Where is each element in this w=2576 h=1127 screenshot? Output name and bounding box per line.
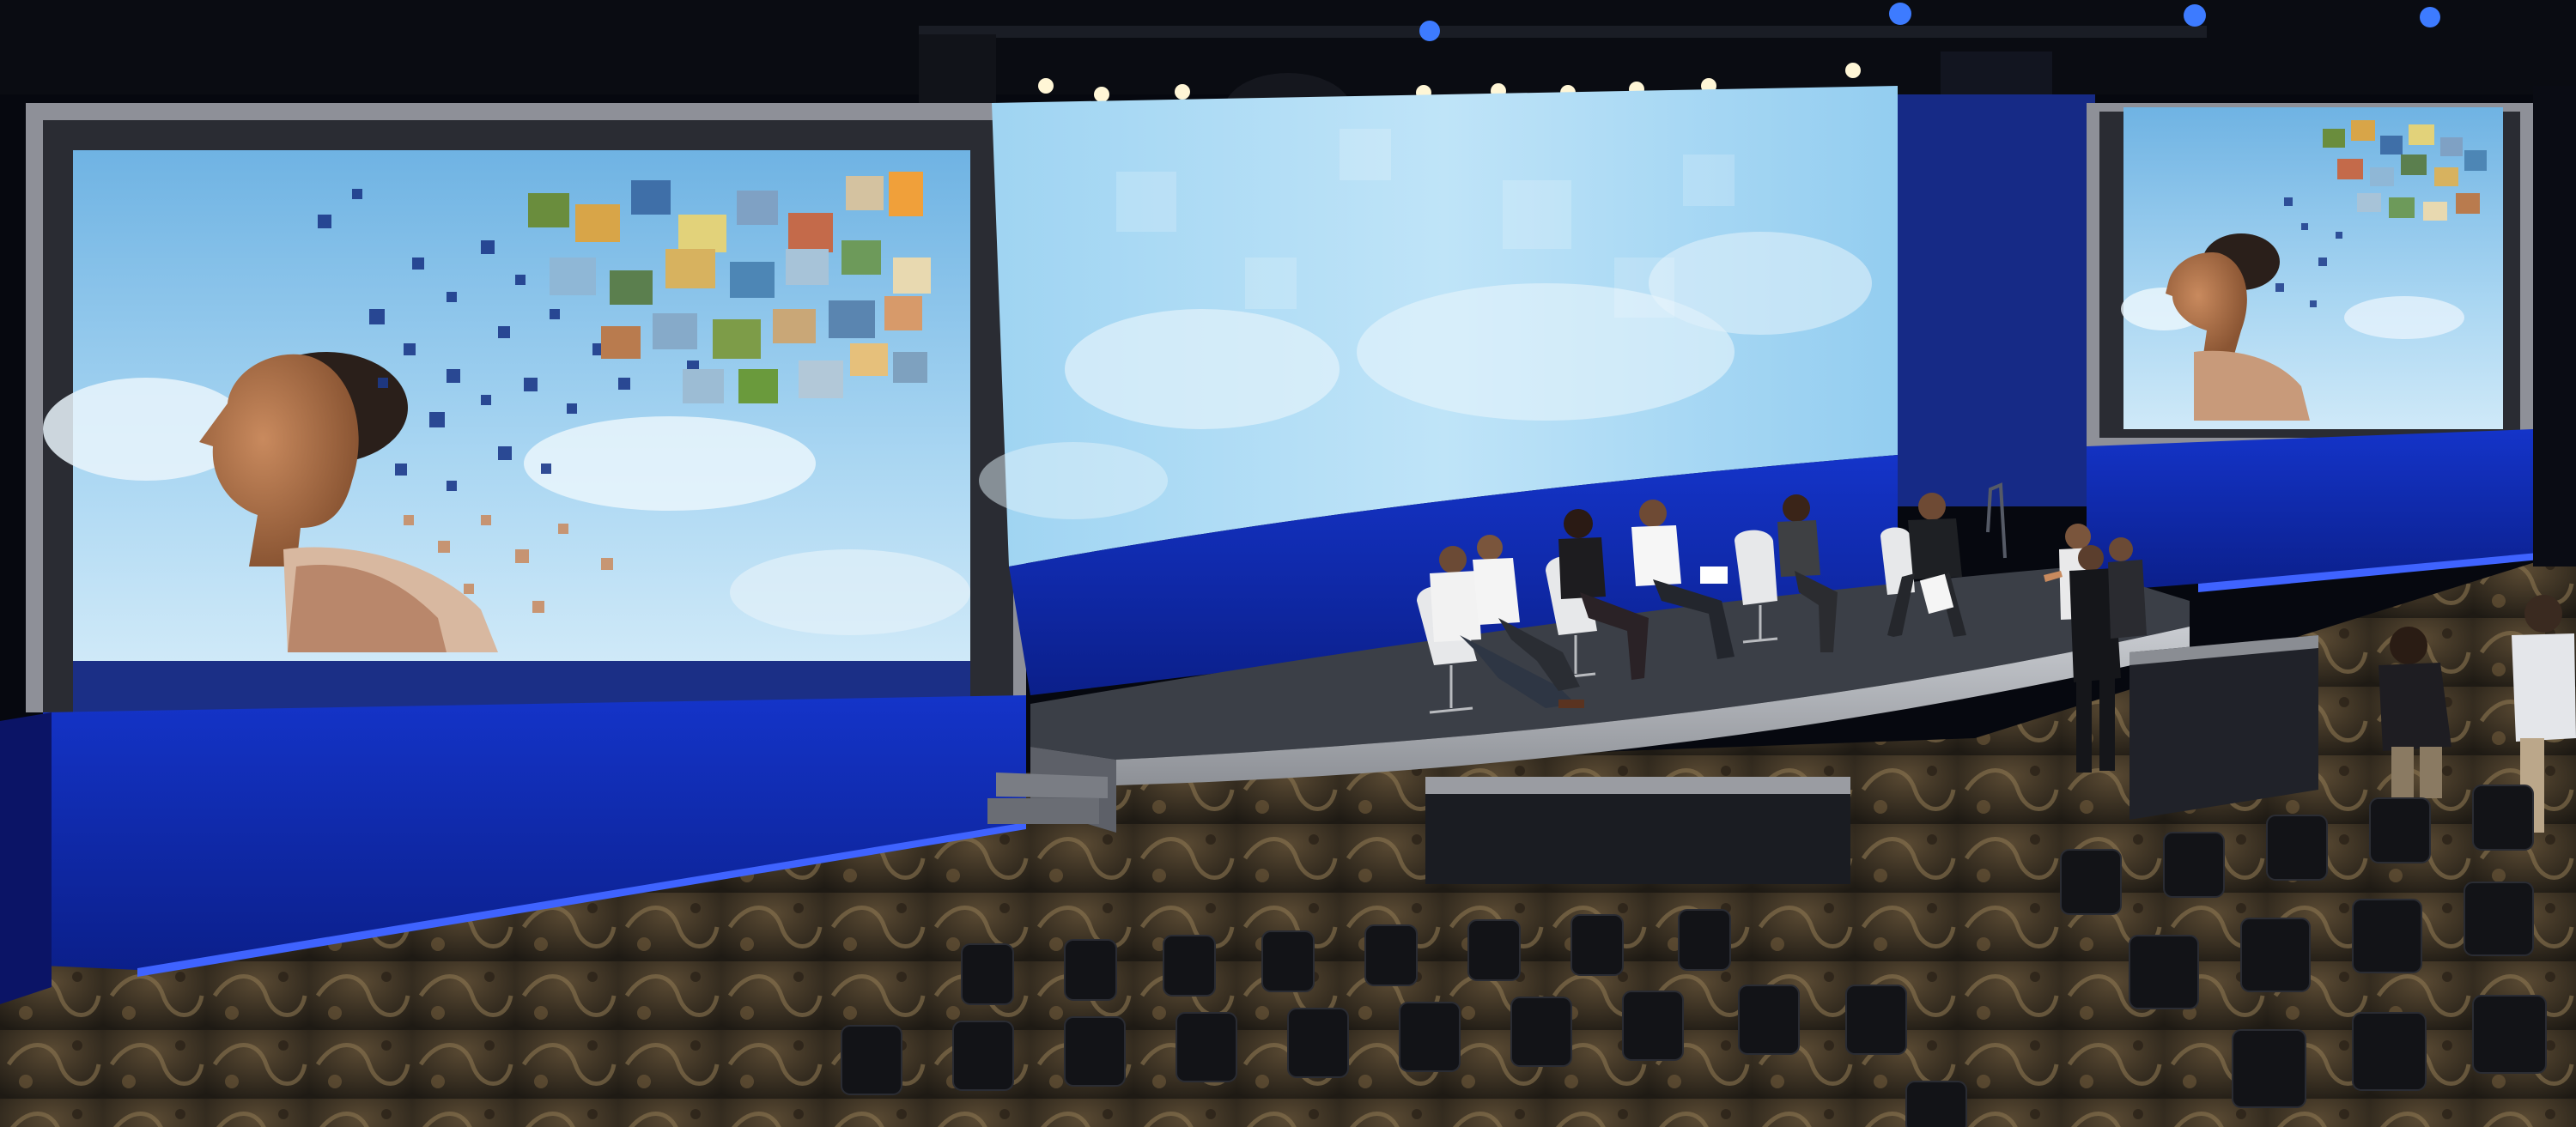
conference-stage-photo	[0, 0, 2576, 1127]
left-screen	[26, 103, 1026, 712]
